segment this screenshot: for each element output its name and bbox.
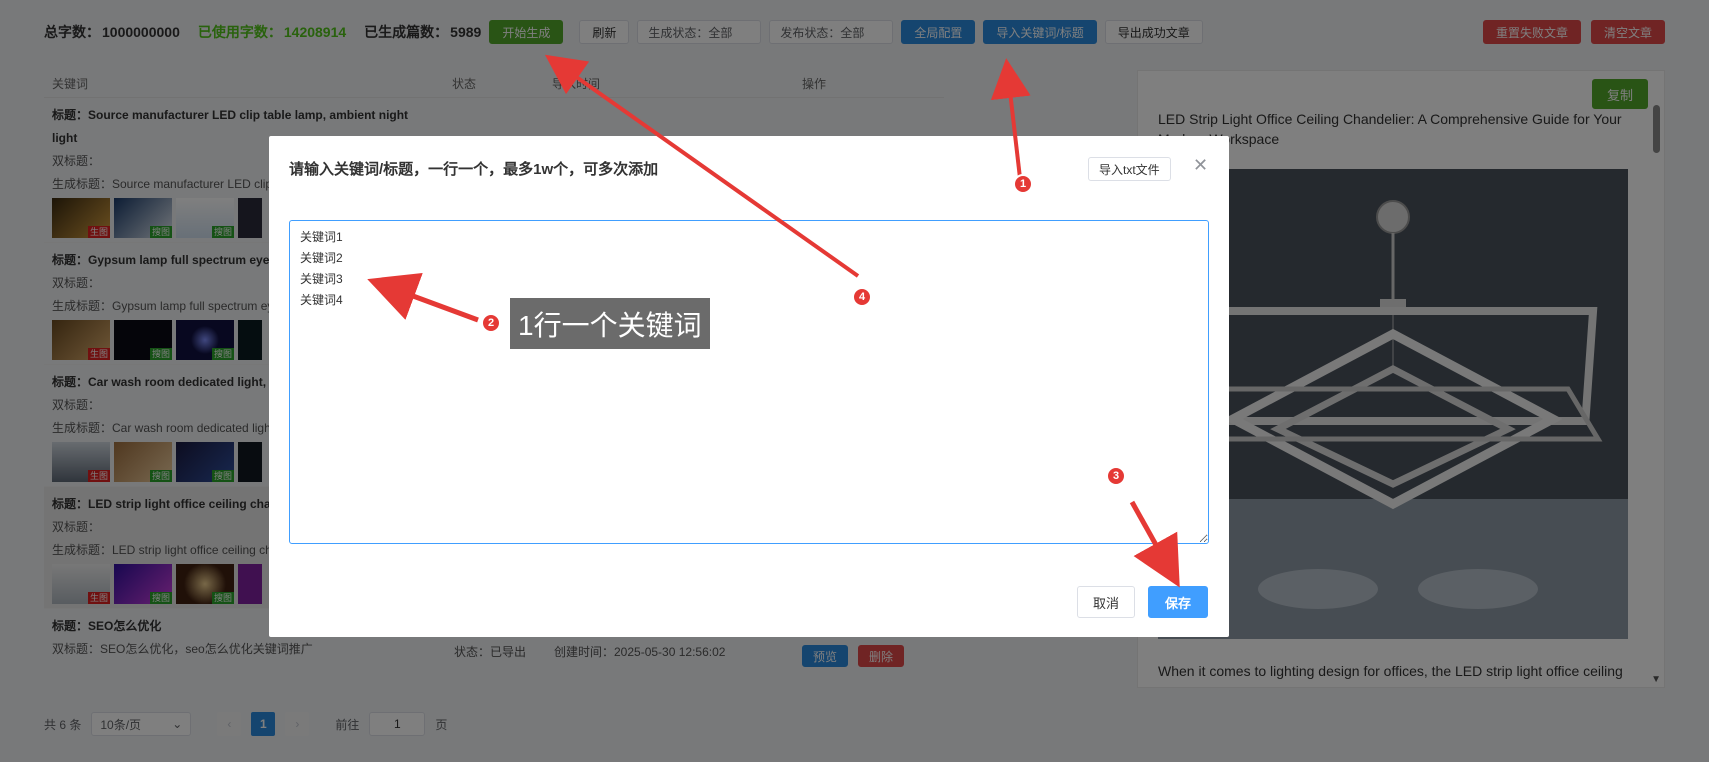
dialog-title: 请输入关键词/标题，一行一个，最多1w个，可多次添加 bbox=[289, 161, 659, 178]
import-txt-button[interactable]: 导入txt文件 bbox=[1088, 157, 1171, 181]
cancel-button[interactable]: 取消 bbox=[1077, 586, 1135, 618]
save-button[interactable]: 保存 bbox=[1148, 586, 1208, 618]
keywords-textarea[interactable] bbox=[289, 220, 1209, 544]
import-keywords-dialog: 请输入关键词/标题，一行一个，最多1w个，可多次添加 导入txt文件 ✕ 取消 … bbox=[269, 136, 1229, 637]
close-icon[interactable]: ✕ bbox=[1193, 156, 1208, 174]
